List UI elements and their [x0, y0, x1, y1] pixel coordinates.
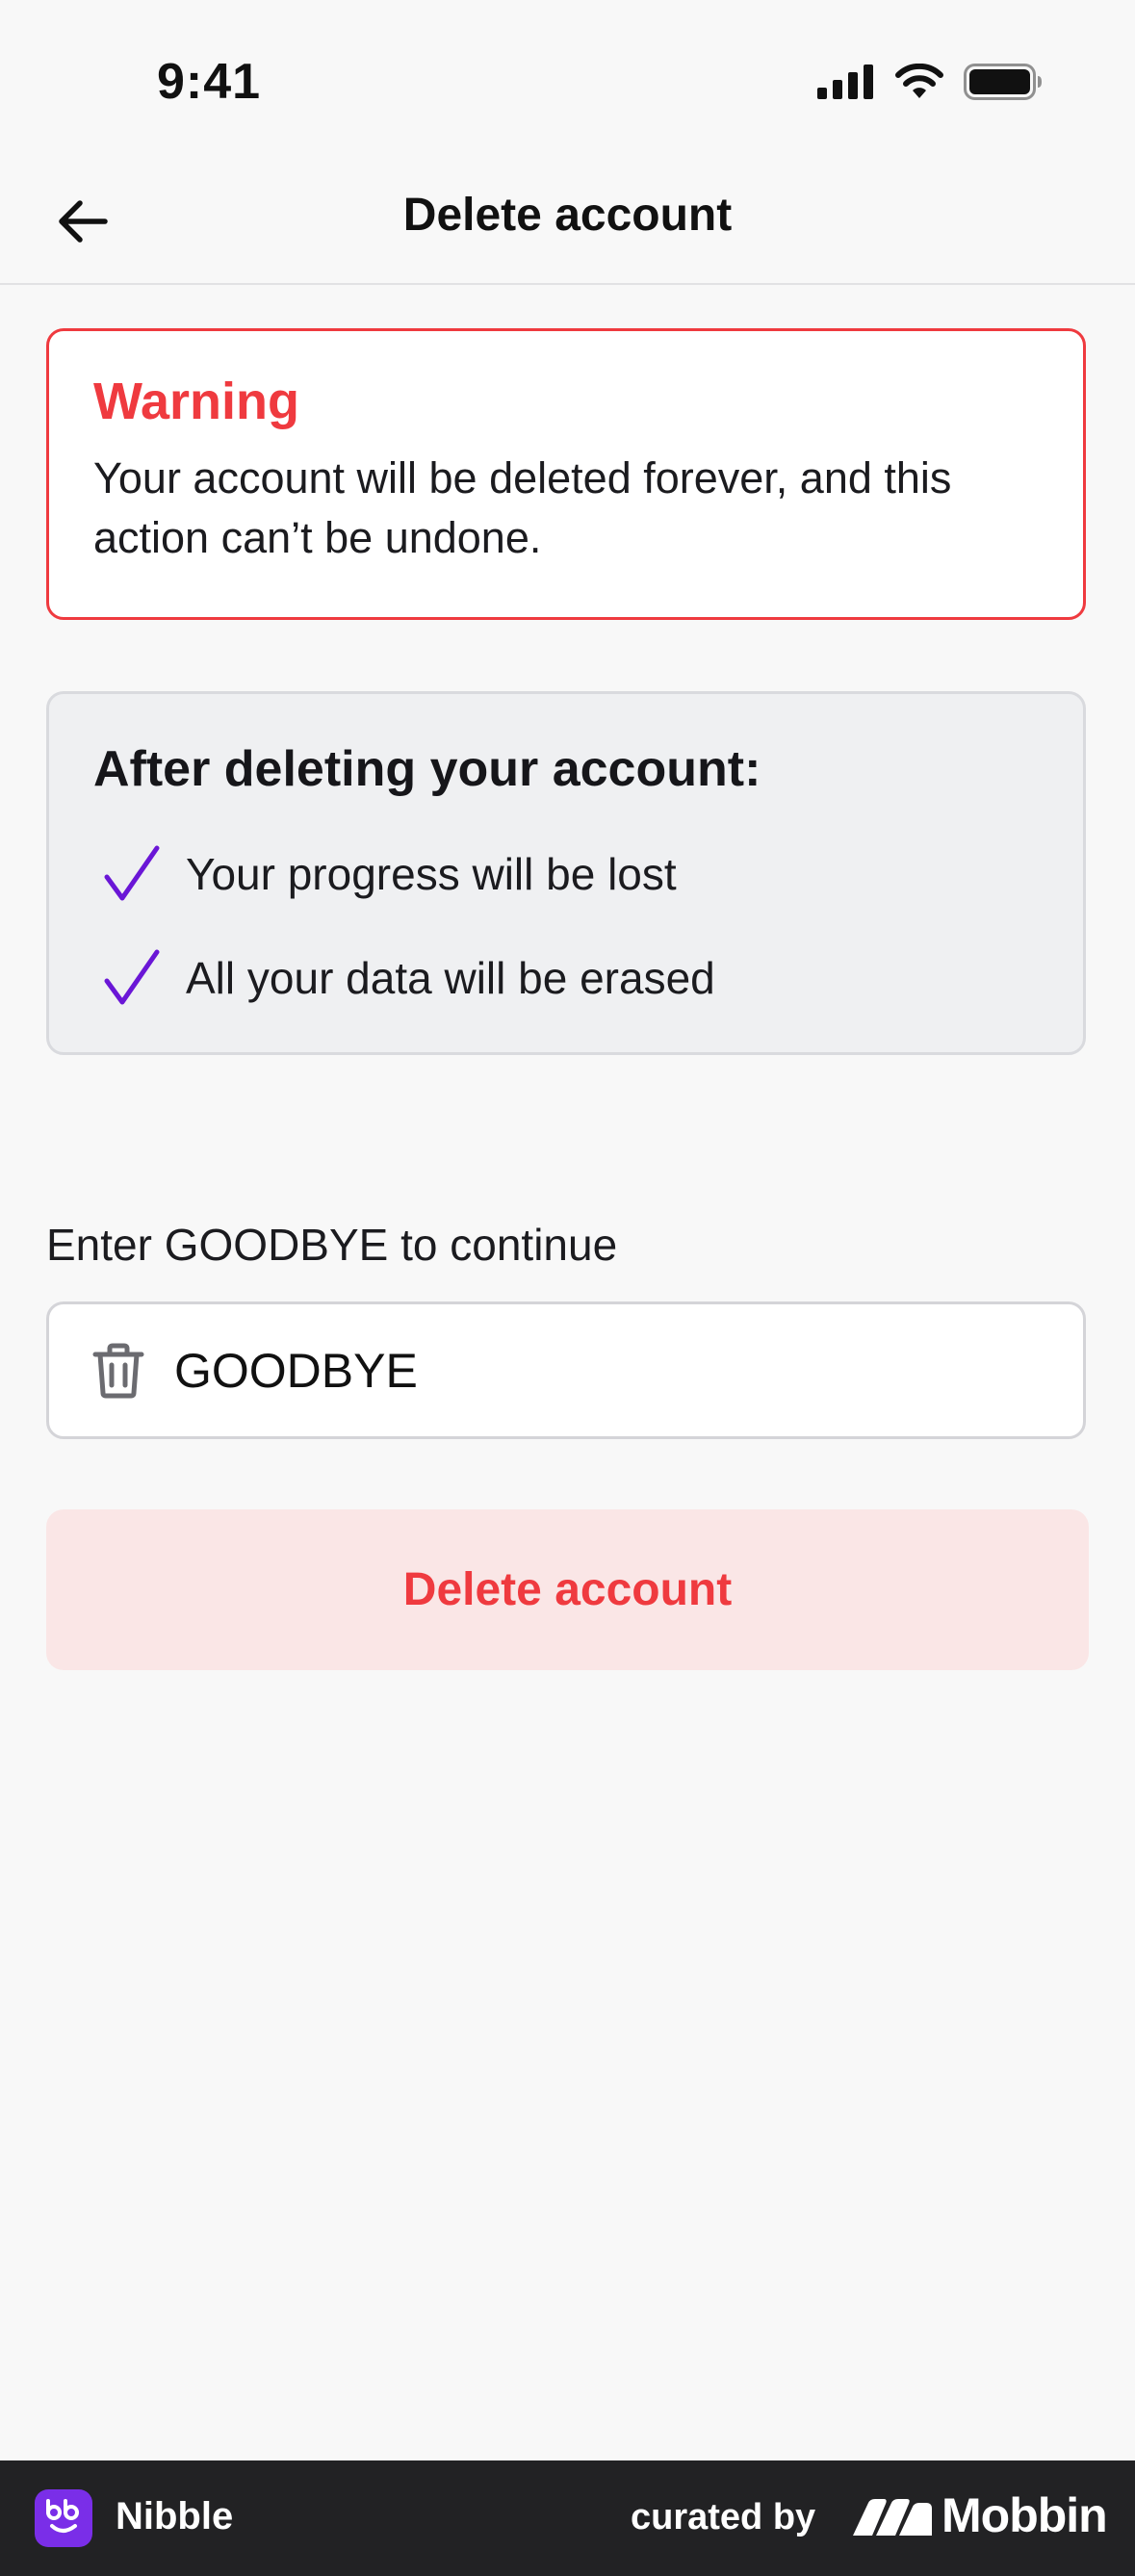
trash-icon: [92, 1343, 144, 1398]
page-title: Delete account: [402, 190, 733, 241]
list-item-label: All your data will be erased: [186, 953, 715, 1004]
nibble-logo-icon: [35, 2489, 92, 2547]
status-time: 9:41: [157, 54, 262, 110]
warning-text: Your account will be deleted forever, an…: [93, 453, 952, 562]
battery-icon: [964, 64, 1042, 100]
consequences-list: Your progress will be lost All your data…: [93, 822, 1039, 1030]
list-item: Your progress will be lost: [93, 822, 1039, 926]
warning-card: Warning Your account will be deleted for…: [46, 328, 1086, 620]
signal-icon: [817, 64, 873, 99]
list-item: All your data will be erased: [93, 926, 1039, 1030]
delete-account-button[interactable]: Delete account: [46, 1509, 1089, 1670]
checkmark-icon: [104, 949, 160, 1005]
warning-title: Warning: [93, 373, 299, 430]
mobbin-logo-icon: [853, 2499, 932, 2536]
consequences-card: After deleting your account: Your progre…: [46, 691, 1086, 1055]
footer-bar: Nibble curated by Mobbin: [0, 2460, 1135, 2576]
status-icons: [817, 64, 1043, 100]
nibble-face-icon: [46, 2499, 79, 2533]
status-bar: 9:41: [0, 0, 1135, 164]
curated-by-label: curated by: [631, 2497, 816, 2537]
confirm-input-wrapper[interactable]: [46, 1301, 1086, 1439]
app-name: Nibble: [116, 2495, 234, 2537]
brand-name: Mobbin: [942, 2488, 1108, 2542]
wifi-icon: [895, 64, 943, 98]
list-item-label: Your progress will be lost: [186, 849, 677, 900]
consequences-title: After deleting your account:: [93, 741, 761, 797]
confirm-prompt-label: Enter GOODBYE to continue: [46, 1220, 618, 1270]
checkmark-icon: [104, 845, 160, 901]
nav-bar: Delete account: [0, 164, 1135, 285]
confirm-input[interactable]: [174, 1342, 1021, 1399]
